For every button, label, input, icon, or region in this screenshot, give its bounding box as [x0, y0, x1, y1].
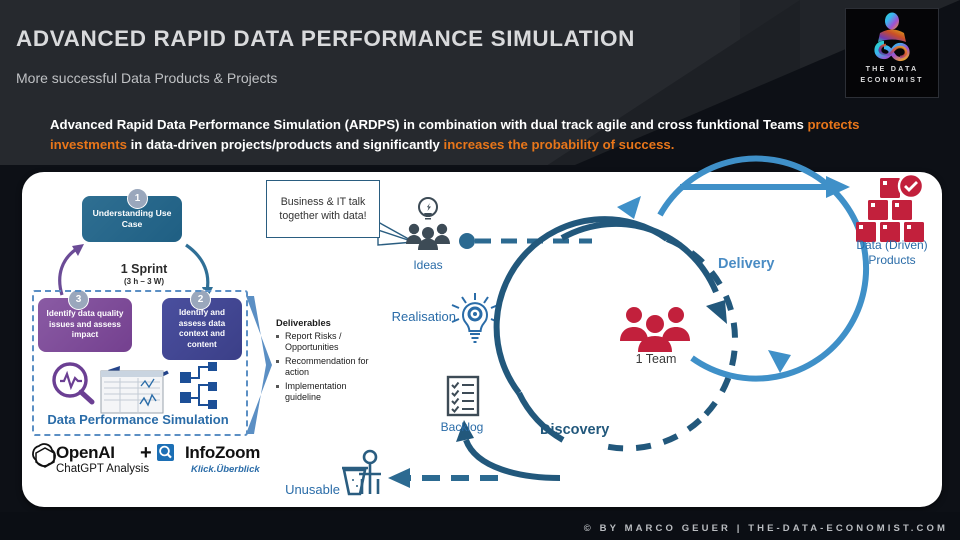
lead-part1: Advanced Rapid Data Performance Simulati… [50, 117, 808, 132]
infozoom-subtitle: Klick.Überblick [191, 464, 260, 475]
label-unusable: Unusable [285, 482, 340, 497]
label-backlog: Backlog [440, 420, 484, 434]
plus-symbol: + [140, 442, 152, 464]
lead-paragraph: Advanced Rapid Data Performance Simulati… [50, 115, 920, 155]
tools-row: OpenAI ChatGPT Analysis + InfoZoom Klick… [28, 442, 268, 485]
lead-part2: in data-driven projects/products and sig… [126, 137, 444, 152]
page-subtitle: More successful Data Products & Projects [16, 70, 278, 86]
logo-text-line1: THE DATA [865, 64, 919, 73]
label-discovery: Discovery [540, 422, 610, 438]
label-one-team: 1 Team [635, 352, 677, 366]
lead-highlight-2: increases the probability of success. [443, 137, 675, 152]
infozoom-name: InfoZoom [185, 443, 261, 462]
sprint-cycle-title: 1 Sprint [120, 262, 168, 276]
list-item: Report Risks / Opportunities [276, 331, 370, 354]
sprint-step-1-label: Understanding Use Case [92, 208, 172, 229]
sprint-step-1-badge: 1 [127, 188, 148, 209]
list-item: Implementation guideline [276, 381, 370, 404]
deliverables-list: Report Risks / Opportunities Recommendat… [276, 331, 370, 405]
openai-name: OpenAI [56, 443, 115, 462]
footer-bar: © BY MARCO GEUER | THE-DATA-ECONOMIST.CO… [0, 512, 960, 540]
label-realisation: Realisation [391, 309, 456, 324]
data-performance-simulation-label: Data Performance Simulation [47, 412, 229, 427]
callout-text: Business & IT talk together with data! [279, 196, 367, 222]
logo-mark-icon [862, 11, 922, 63]
label-delivery: Delivery [718, 256, 775, 272]
slide-root: ADVANCED RAPID DATA PERFORMANCE SIMULATI… [0, 0, 960, 540]
page-title: ADVANCED RAPID DATA PERFORMANCE SIMULATI… [16, 26, 635, 51]
logo-text-line2: ECONOMIST [860, 75, 924, 84]
footer-copyright: © BY MARCO GEUER | THE-DATA-ECONOMIST.CO… [583, 523, 948, 534]
callout-box: Business & IT talk together with data! [266, 180, 380, 238]
label-data-products: Data (Driven) Products [856, 238, 928, 267]
label-ideas: Ideas [413, 258, 443, 272]
brand-logo: THE DATA ECONOMIST [845, 8, 939, 98]
sprint-cycle-duration: (3 h – 3 W) [123, 277, 164, 286]
deliverables-title: Deliverables [276, 318, 331, 328]
list-item: Recommendation for action [276, 356, 370, 379]
openai-subtitle: ChatGPT Analysis [56, 463, 150, 475]
